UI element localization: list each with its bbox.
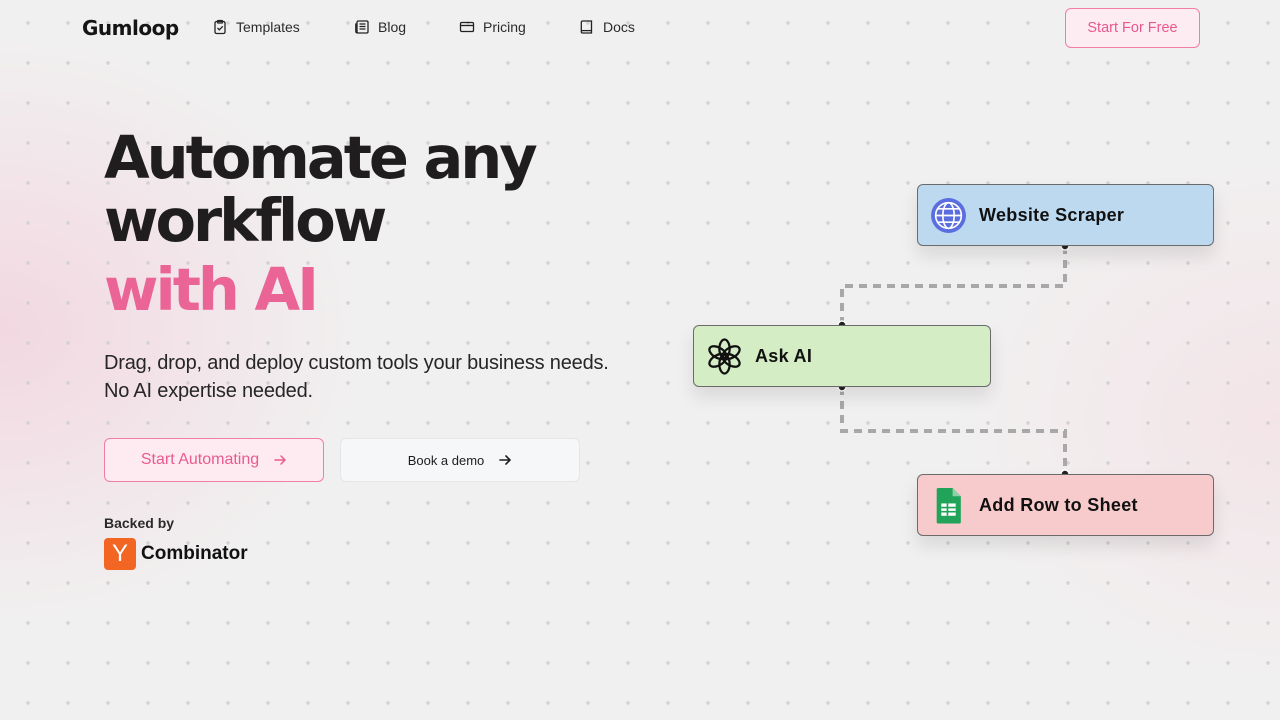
nav-link-docs[interactable]: Docs — [579, 16, 635, 38]
y-combinator-name: Combinator — [141, 543, 248, 564]
openai-icon — [708, 337, 741, 375]
nav-link-label: Templates — [236, 19, 300, 35]
start-for-free-button[interactable]: Start For Free — [1065, 8, 1200, 48]
hero-title: Automate any workflow with AI — [104, 126, 664, 321]
book-demo-button[interactable]: Book a demo — [340, 438, 580, 482]
backed-by-label: Backed by — [104, 515, 175, 531]
y-combinator-logo: Y Combinator — [104, 538, 248, 570]
connector-scraper-to-ask — [840, 246, 1067, 325]
clipboard-check-icon — [214, 19, 226, 35]
hero-subtitle-line-2: No AI expertise needed. — [104, 380, 313, 402]
workflow-node-ask-ai[interactable]: Ask AI — [693, 325, 991, 387]
start-automating-label: Start Automating — [140, 451, 260, 468]
start-automating-button[interactable]: Start Automating — [104, 438, 324, 482]
node-label: Add Row to Sheet — [979, 494, 1138, 515]
hero-title-line-2: workflow — [104, 186, 387, 255]
book-demo-label: Book a demo — [407, 452, 485, 468]
nav-link-blog[interactable]: Blog — [354, 16, 406, 38]
workflow-node-website-scraper[interactable]: Website Scraper — [917, 184, 1214, 246]
y-combinator-mark: Y — [104, 538, 136, 570]
nav-link-pricing[interactable]: Pricing — [459, 16, 526, 38]
credit-card-icon — [459, 21, 475, 33]
hero-title-accent: with AI — [104, 255, 319, 324]
node-label: Website Scraper — [979, 204, 1125, 225]
node-label: Ask AI — [755, 345, 813, 366]
hero-subtitle: Drag, drop, and deploy custom tools your… — [104, 349, 664, 405]
connector-ask-to-sheet — [840, 387, 1067, 474]
google-sheets-icon — [936, 487, 961, 523]
hero-title-line-1: Automate any — [104, 123, 538, 192]
arrow-right-icon — [274, 455, 286, 465]
top-navigation: Gumloop Templates Blog Pricing Docs Star… — [0, 0, 1280, 56]
hero-subtitle-line-1: Drag, drop, and deploy custom tools your… — [104, 352, 609, 374]
workflow-node-add-row-to-sheet[interactable]: Add Row to Sheet — [917, 474, 1214, 536]
nav-link-templates[interactable]: Templates — [212, 16, 300, 38]
gumloop-logo[interactable]: Gumloop — [82, 14, 179, 42]
book-icon — [580, 20, 593, 34]
globe-icon — [931, 197, 966, 233]
nav-link-label: Pricing — [483, 19, 526, 35]
nav-link-label: Blog — [378, 19, 407, 35]
arrow-right-icon — [499, 455, 512, 465]
nav-link-label: Docs — [603, 19, 635, 35]
newspaper-icon — [355, 20, 369, 34]
